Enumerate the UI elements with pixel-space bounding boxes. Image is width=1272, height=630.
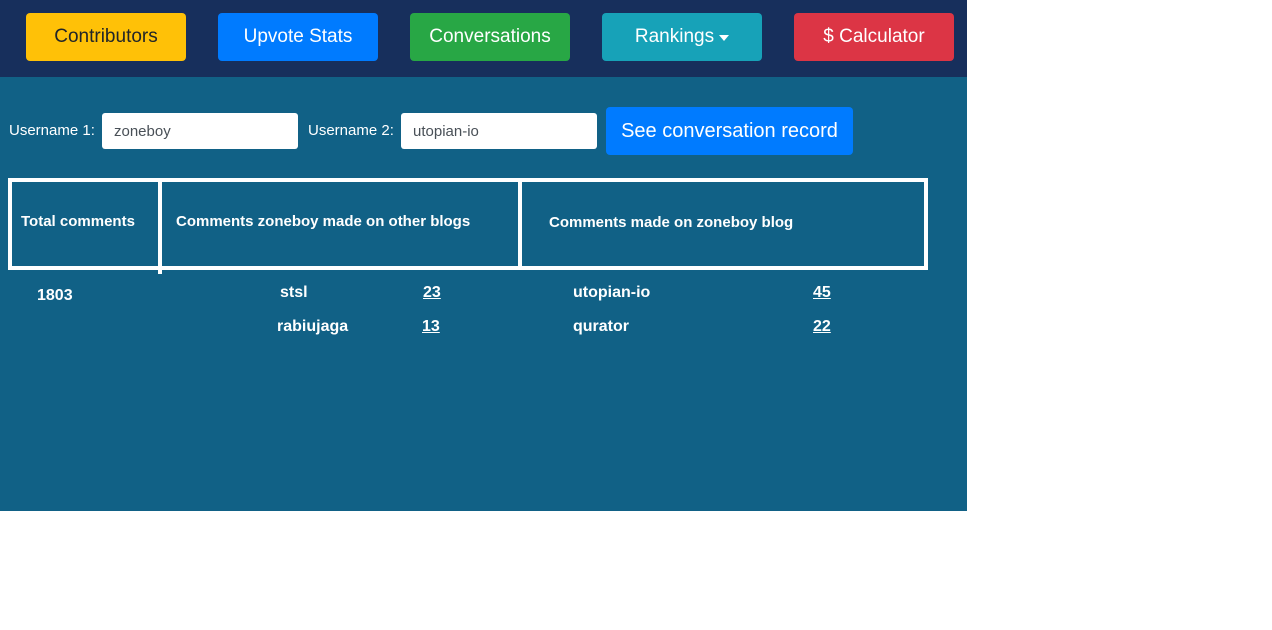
app-main: Contributors Upvote Stats Conversations … xyxy=(0,0,967,511)
username2-label: Username 2: xyxy=(308,122,394,139)
other-blog-count-link[interactable]: 23 xyxy=(423,284,441,302)
username2-input[interactable] xyxy=(401,113,597,149)
header-comments-own-blog: Comments made on zoneboy blog xyxy=(549,214,794,231)
username1-label: Username 1: xyxy=(9,122,95,139)
rankings-label: Rankings xyxy=(634,26,715,47)
header-comments-other-blogs: Comments zoneboy made on other blogs xyxy=(176,213,471,230)
own-blog-count-link[interactable]: 22 xyxy=(813,318,831,336)
header-total-comments: Total comments xyxy=(21,213,135,230)
other-blog-user: rabiujaga xyxy=(277,318,349,335)
conversations-button[interactable]: Conversations xyxy=(410,13,570,61)
other-blog-user: stsl xyxy=(280,284,308,301)
upvote-stats-button[interactable]: Upvote Stats xyxy=(218,13,378,61)
own-blog-count-link[interactable]: 45 xyxy=(813,284,831,302)
own-blog-user: utopian-io xyxy=(573,284,651,301)
total-comments-value: 1803 xyxy=(37,287,73,304)
see-conversation-record-button[interactable]: See conversation record xyxy=(606,107,853,155)
contributors-button[interactable]: Contributors xyxy=(26,13,186,61)
own-blog-user: qurator xyxy=(573,318,629,335)
calculator-button[interactable]: $ Calculator xyxy=(794,13,954,61)
other-blog-count-link[interactable]: 13 xyxy=(422,318,440,336)
top-nav: Contributors Upvote Stats Conversations … xyxy=(0,0,967,77)
rankings-dropdown[interactable]: Rankings xyxy=(602,13,762,61)
username1-input[interactable] xyxy=(102,113,298,149)
column-divider xyxy=(158,178,162,274)
caret-down-icon xyxy=(719,35,730,41)
column-divider xyxy=(518,178,522,270)
